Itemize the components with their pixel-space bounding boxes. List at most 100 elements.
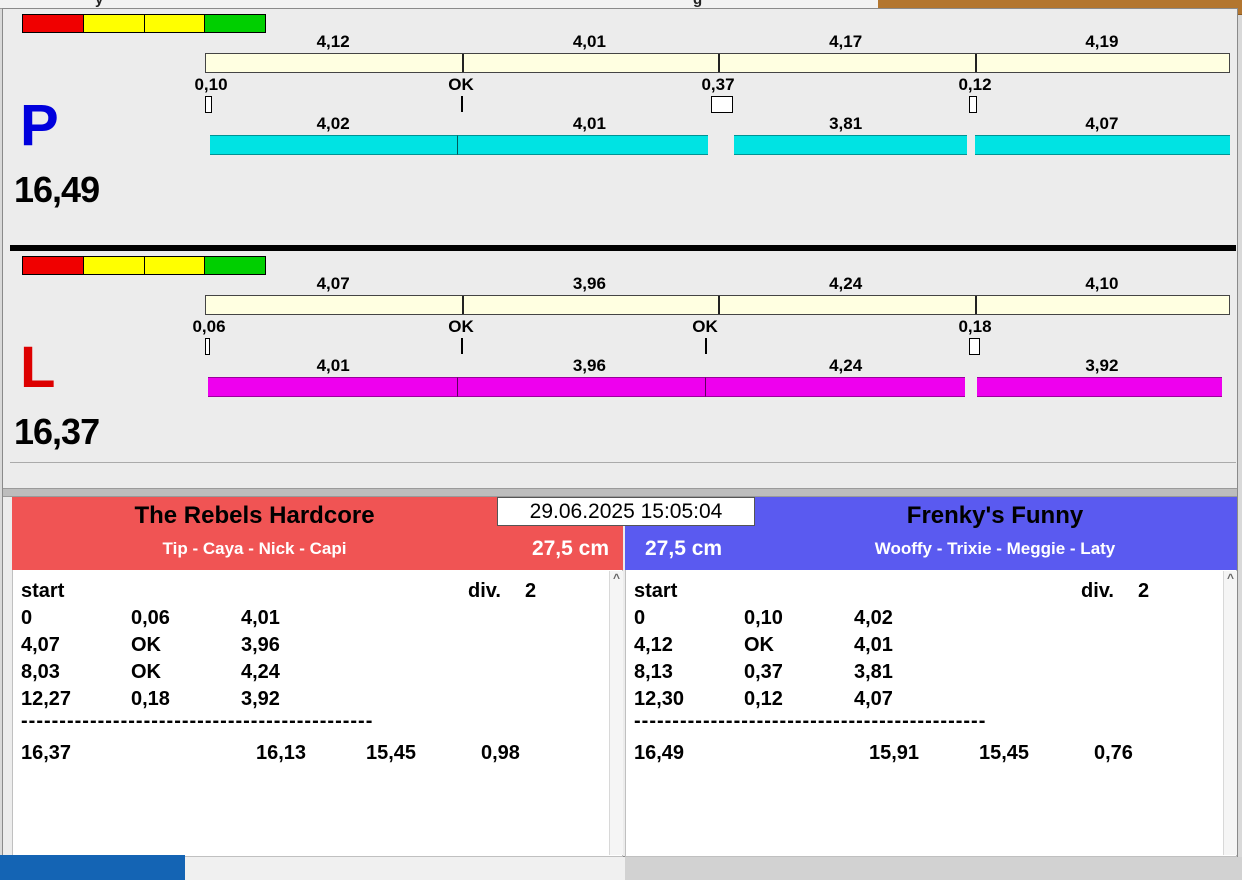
lane-total-time: 16,49 <box>14 169 100 210</box>
cell: 0 <box>21 607 33 629</box>
start-light-yellow2-icon <box>143 15 205 32</box>
change-marker: 0,06 <box>192 317 226 336</box>
scroll-up-icon[interactable]: ^ <box>610 572 623 584</box>
lane-total-time: 16,37 <box>14 411 100 452</box>
start-light-yellow2-icon <box>143 257 205 274</box>
cell: 0,12 <box>744 688 783 710</box>
start-light-green-icon <box>204 257 265 274</box>
dashed-line: ----------------------------------------… <box>634 710 987 732</box>
team-panel-left: The Rebels Hardcore Tip - Caya - Nick - … <box>12 497 623 857</box>
results-table: start div. 2 0 0,06 4,01 4,07 OK 3,96 8,… <box>12 570 623 857</box>
division-label: div. <box>1081 580 1114 602</box>
lane-letter: P <box>20 93 59 158</box>
cell: 0,18 <box>131 688 170 710</box>
dashed-line: ----------------------------------------… <box>21 710 374 732</box>
table-header-row: start div. 2 <box>626 580 1236 606</box>
total-cell: 16,49 <box>634 742 685 764</box>
table-row: 8,13 0,37 3,81 <box>626 661 1236 687</box>
bar-tick <box>462 296 464 314</box>
change-marker: 0,12 <box>958 75 992 94</box>
change-marker: OK <box>448 75 474 94</box>
lane-panel-p: 4,12 4,01 4,17 4,19 0,10 OK 0,37 0,12 4,… <box>10 9 1236 245</box>
split-time: 3,96 <box>572 274 606 293</box>
cell: 12,27 <box>21 688 72 710</box>
total-cell: 0,98 <box>481 742 520 764</box>
division-value: 2 <box>525 580 537 602</box>
table-scrollbar[interactable]: ^ <box>1223 571 1237 855</box>
split-time: 4,01 <box>572 114 606 133</box>
team-subheader: Tip - Caya - Nick - Capi 27,5 cm <box>12 533 623 570</box>
bar-tick <box>462 54 464 72</box>
reference-split-times: 4,07 3,96 4,24 4,10 <box>205 274 1230 293</box>
run-segment <box>210 135 457 155</box>
change-markers: 0,06 OK OK 0,18 <box>192 317 1230 336</box>
split-time: 3,81 <box>829 114 863 133</box>
cell: 12,30 <box>634 688 685 710</box>
change-markers: 0,10 OK 0,37 0,12 <box>194 75 1230 94</box>
run-segment <box>977 377 1222 397</box>
total-cell: 16,13 <box>256 742 307 764</box>
cell: 4,02 <box>854 607 893 629</box>
table-row: 0 0,06 4,01 <box>13 607 622 633</box>
team-name: Frenky's Funny <box>906 502 1084 529</box>
cell: 3,96 <box>241 634 280 656</box>
bar-tick <box>718 54 720 72</box>
bar-tick <box>975 296 977 314</box>
table-header-row: start div. 2 <box>13 580 622 606</box>
change-marker: 0,37 <box>701 75 735 94</box>
dog-names: Tip - Caya - Nick - Capi <box>162 539 347 558</box>
cell: 0 <box>634 607 646 629</box>
cell: 3,81 <box>854 661 893 683</box>
bar-tick <box>975 54 977 72</box>
cell: 4,24 <box>241 661 280 683</box>
cell: 0,10 <box>744 607 783 629</box>
division-value: 2 <box>1138 580 1150 602</box>
totals-row: 16,49 15,91 15,45 0,76 <box>626 742 1236 768</box>
reference-split-times: 4,12 4,01 4,17 4,19 <box>205 32 1230 51</box>
split-time: 4,10 <box>1085 274 1119 293</box>
run-split-times: 4,02 4,01 3,81 4,07 <box>205 114 1230 133</box>
run-segment <box>734 135 967 155</box>
start-label: start <box>634 580 678 602</box>
start-light-red-icon <box>23 15 83 32</box>
totals-row: 16,37 16,13 15,45 0,98 <box>13 742 622 768</box>
cell: 4,12 <box>634 634 673 656</box>
split-time: 4,01 <box>316 356 350 375</box>
run-segment <box>705 377 965 397</box>
ok-tick <box>461 338 463 354</box>
ok-tick <box>461 96 463 112</box>
run-time-bar <box>205 135 1230 155</box>
cell: 0,37 <box>744 661 783 683</box>
table-row: 4,12 OK 4,01 <box>626 634 1236 660</box>
cell: 4,01 <box>241 607 280 629</box>
start-lights <box>22 14 266 33</box>
lane-panel-l: 4,07 3,96 4,24 4,10 0,06 OK OK 0,18 4,01… <box>10 251 1236 463</box>
ok-tick <box>705 338 707 354</box>
reference-time-bar <box>205 295 1230 315</box>
run-segment <box>457 135 708 155</box>
table-scrollbar[interactable]: ^ <box>609 571 623 855</box>
total-cell: 15,45 <box>366 742 417 764</box>
split-time: 4,12 <box>316 32 350 51</box>
start-label: start <box>21 580 65 602</box>
split-time: 4,24 <box>829 274 863 293</box>
table-row: 4,07 OK 3,96 <box>13 634 622 660</box>
cell: 8,03 <box>21 661 60 683</box>
cell: 8,13 <box>634 661 673 683</box>
separator-row: ----------------------------------------… <box>13 710 622 736</box>
cell: OK <box>131 661 161 683</box>
split-time: 4,01 <box>572 32 606 51</box>
clipped-text-fragment: y <box>95 0 103 8</box>
separator-row: ----------------------------------------… <box>626 710 1236 736</box>
division-label: div. <box>468 580 501 602</box>
cell: 3,92 <box>241 688 280 710</box>
lane-letter: L <box>20 335 56 400</box>
start-light-red-icon <box>23 257 83 274</box>
gap-indicators <box>205 96 1230 113</box>
start-lights <box>22 256 266 275</box>
change-marker: 0,10 <box>194 75 228 94</box>
change-marker: OK <box>692 317 718 336</box>
cell: 4,01 <box>854 634 893 656</box>
scroll-up-icon[interactable]: ^ <box>1224 572 1237 584</box>
total-cell: 15,91 <box>869 742 920 764</box>
